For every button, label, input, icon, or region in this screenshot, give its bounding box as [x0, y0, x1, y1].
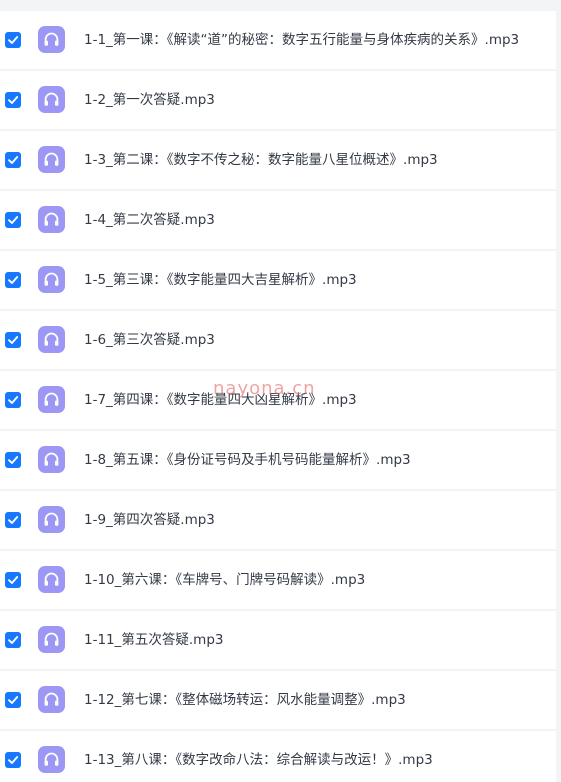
- file-row[interactable]: 1-1_第一课：《解读“道”的秘密：数字五行能量与身体疾病的关系》.mp3: [0, 11, 556, 69]
- file-name[interactable]: 1-5_第三课：《数字能量四大吉星解析》.mp3: [84, 251, 357, 309]
- file-row[interactable]: 1-13_第八课：《数字改命八法：综合解读与改运！》.mp3: [0, 731, 556, 782]
- checkmark-icon: [8, 276, 19, 284]
- file-list: 1-1_第一课：《解读“道”的秘密：数字五行能量与身体疾病的关系》.mp3 1-…: [0, 0, 561, 782]
- checkmark-icon: [8, 216, 19, 224]
- file-name[interactable]: 1-6_第三次答疑.mp3: [84, 311, 215, 369]
- file-name[interactable]: 1-10_第六课：《车牌号、门牌号码解读》.mp3: [84, 551, 365, 609]
- file-row[interactable]: 1-6_第三次答疑.mp3: [0, 311, 556, 369]
- checkmark-icon: [8, 756, 19, 764]
- checkbox-checked[interactable]: [5, 92, 21, 108]
- file-name[interactable]: 1-4_第二次答疑.mp3: [84, 191, 215, 249]
- headphones-icon: [44, 212, 59, 226]
- checkbox-checked[interactable]: [5, 452, 21, 468]
- headphones-icon: [44, 272, 59, 286]
- checkmark-icon: [8, 156, 19, 164]
- audio-file-icon: [38, 146, 65, 173]
- audio-file-icon: [38, 566, 65, 593]
- headphones-icon: [44, 32, 59, 46]
- file-name[interactable]: 1-7_第四课：《数字能量四大凶星解析》.mp3: [84, 371, 357, 429]
- checkbox-checked[interactable]: [5, 272, 21, 288]
- headphones-icon: [44, 92, 59, 106]
- checkmark-icon: [8, 336, 19, 344]
- checkmark-icon: [8, 516, 19, 524]
- file-name[interactable]: 1-8_第五课：《身份证号码及手机号码能量解析》.mp3: [84, 431, 411, 489]
- file-row[interactable]: 1-3_第二课：《数字不传之秘：数字能量八星位概述》.mp3: [0, 131, 556, 189]
- headphones-icon: [44, 512, 59, 526]
- audio-file-icon: [38, 626, 65, 653]
- file-row[interactable]: 1-9_第四次答疑.mp3: [0, 491, 556, 549]
- file-row[interactable]: 1-7_第四课：《数字能量四大凶星解析》.mp3: [0, 371, 556, 429]
- checkbox-checked[interactable]: [5, 692, 21, 708]
- file-row[interactable]: 1-11_第五次答疑.mp3: [0, 611, 556, 669]
- audio-file-icon: [38, 86, 65, 113]
- file-row[interactable]: 1-10_第六课：《车牌号、门牌号码解读》.mp3: [0, 551, 556, 609]
- checkbox-checked[interactable]: [5, 332, 21, 348]
- checkmark-icon: [8, 96, 19, 104]
- checkmark-icon: [8, 696, 19, 704]
- checkbox-checked[interactable]: [5, 752, 21, 768]
- checkbox-checked[interactable]: [5, 392, 21, 408]
- audio-file-icon: [38, 326, 65, 353]
- headphones-icon: [44, 152, 59, 166]
- file-row[interactable]: 1-2_第一次答疑.mp3: [0, 71, 556, 129]
- headphones-icon: [44, 452, 59, 466]
- checkmark-icon: [8, 576, 19, 584]
- audio-file-icon: [38, 206, 65, 233]
- file-row[interactable]: 1-5_第三课：《数字能量四大吉星解析》.mp3: [0, 251, 556, 309]
- file-name[interactable]: 1-9_第四次答疑.mp3: [84, 491, 215, 549]
- headphones-icon: [44, 392, 59, 406]
- audio-file-icon: [38, 446, 65, 473]
- file-row[interactable]: 1-12_第七课：《整体磁场转运：风水能量调整》.mp3: [0, 671, 556, 729]
- checkbox-checked[interactable]: [5, 632, 21, 648]
- audio-file-icon: [38, 686, 65, 713]
- audio-file-icon: [38, 746, 65, 773]
- audio-file-icon: [38, 506, 65, 533]
- file-name[interactable]: 1-3_第二课：《数字不传之秘：数字能量八星位概述》.mp3: [84, 131, 438, 189]
- file-row[interactable]: 1-8_第五课：《身份证号码及手机号码能量解析》.mp3: [0, 431, 556, 489]
- checkmark-icon: [8, 456, 19, 464]
- checkbox-checked[interactable]: [5, 152, 21, 168]
- audio-file-icon: [38, 266, 65, 293]
- headphones-icon: [44, 752, 59, 766]
- file-name[interactable]: 1-1_第一课：《解读“道”的秘密：数字五行能量与身体疾病的关系》.mp3: [84, 11, 519, 69]
- file-row[interactable]: 1-4_第二次答疑.mp3: [0, 191, 556, 249]
- checkbox-checked[interactable]: [5, 572, 21, 588]
- headphones-icon: [44, 332, 59, 346]
- headphones-icon: [44, 632, 59, 646]
- checkbox-checked[interactable]: [5, 212, 21, 228]
- audio-file-icon: [38, 26, 65, 53]
- audio-file-icon: [38, 386, 65, 413]
- headphones-icon: [44, 692, 59, 706]
- file-name[interactable]: 1-2_第一次答疑.mp3: [84, 71, 215, 129]
- file-name[interactable]: 1-11_第五次答疑.mp3: [84, 611, 224, 669]
- checkbox-checked[interactable]: [5, 512, 21, 528]
- file-name[interactable]: 1-12_第七课：《整体磁场转运：风水能量调整》.mp3: [84, 671, 406, 729]
- checkmark-icon: [8, 396, 19, 404]
- checkmark-icon: [8, 636, 19, 644]
- checkbox-checked[interactable]: [5, 32, 21, 48]
- checkmark-icon: [8, 36, 19, 44]
- file-name[interactable]: 1-13_第八课：《数字改命八法：综合解读与改运！》.mp3: [84, 731, 433, 782]
- headphones-icon: [44, 572, 59, 586]
